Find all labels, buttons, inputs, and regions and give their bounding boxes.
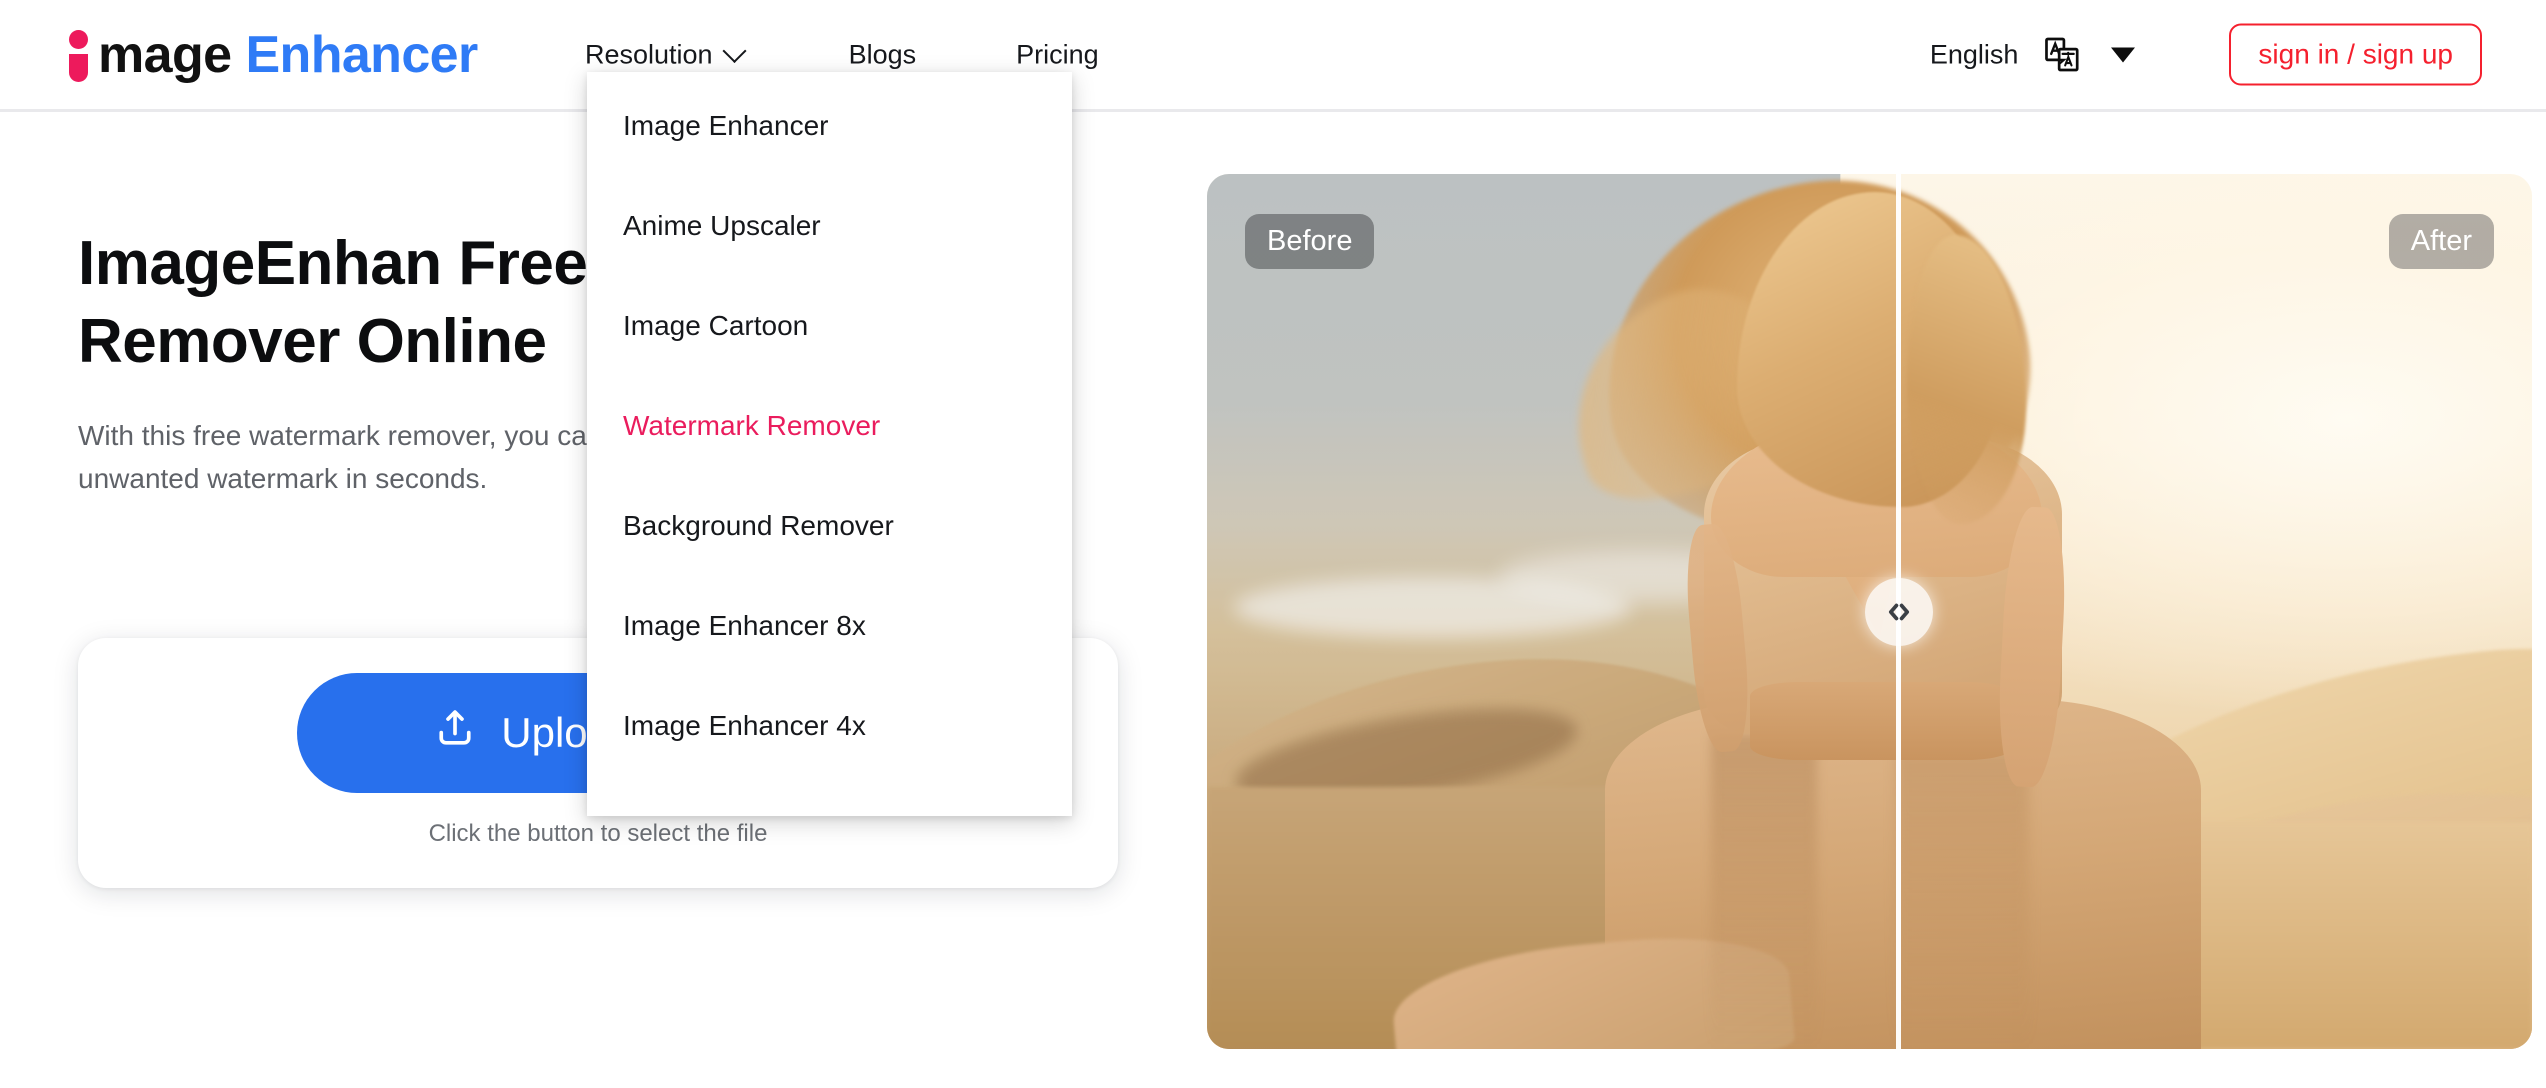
language-selector[interactable]: English <box>1930 36 2136 74</box>
header-right-cluster: English sign in / sign up <box>1930 0 2546 109</box>
model-hair-side <box>1906 235 2026 524</box>
caret-down-icon[interactable] <box>2111 47 2136 62</box>
site-logo[interactable]: mage Enhancer <box>64 28 478 82</box>
before-badge: Before <box>1245 214 1375 269</box>
logo-text-mage: mage <box>98 25 232 84</box>
upload-hint-text: Click the button to select the file <box>428 819 768 847</box>
dropdown-item-watermark-remover[interactable]: Watermark Remover <box>587 376 1072 476</box>
dropdown-item-anime-upscaler[interactable]: Anime Upscaler <box>587 176 1072 276</box>
dropdown-item-image-enhancer-4x[interactable]: Image Enhancer 4x <box>587 676 1072 776</box>
dropdown-item-image-enhancer-8x[interactable]: Image Enhancer 8x <box>587 576 1072 676</box>
translate-icon <box>2043 36 2081 74</box>
sign-in-sign-up-button[interactable]: sign in / sign up <box>2229 23 2482 86</box>
logo-i-stem <box>69 53 88 82</box>
nav-item-resolution-label: Resolution <box>585 39 713 69</box>
chevron-down-icon <box>722 38 747 63</box>
logo-i-dot <box>69 29 88 49</box>
site-header: mage Enhancer Resolution Blogs Pricing E… <box>0 0 2546 112</box>
dropdown-item-background-remover[interactable]: Background Remover <box>587 476 1072 576</box>
model-skirt-fold <box>1710 734 1817 1049</box>
before-after-comparison[interactable]: Before After <box>1207 174 2532 1049</box>
logo-text-enhancer: Enhancer <box>245 25 478 84</box>
upload-icon <box>433 706 477 760</box>
comparison-slider-handle[interactable] <box>1864 577 1933 646</box>
language-label: English <box>1929 39 2019 69</box>
after-badge: After <box>2388 214 2494 269</box>
logo-i-mark <box>64 28 94 82</box>
resolution-dropdown-menu: Image Enhancer Anime Upscaler Image Cart… <box>587 72 1072 816</box>
dropdown-item-image-cartoon[interactable]: Image Cartoon <box>587 276 1072 376</box>
dropdown-item-image-enhancer[interactable]: Image Enhancer <box>587 76 1072 176</box>
model-waist-wrap <box>1750 681 2016 761</box>
left-right-chevrons-icon <box>1882 595 1916 629</box>
model-skirt-fold <box>1896 751 2029 1049</box>
